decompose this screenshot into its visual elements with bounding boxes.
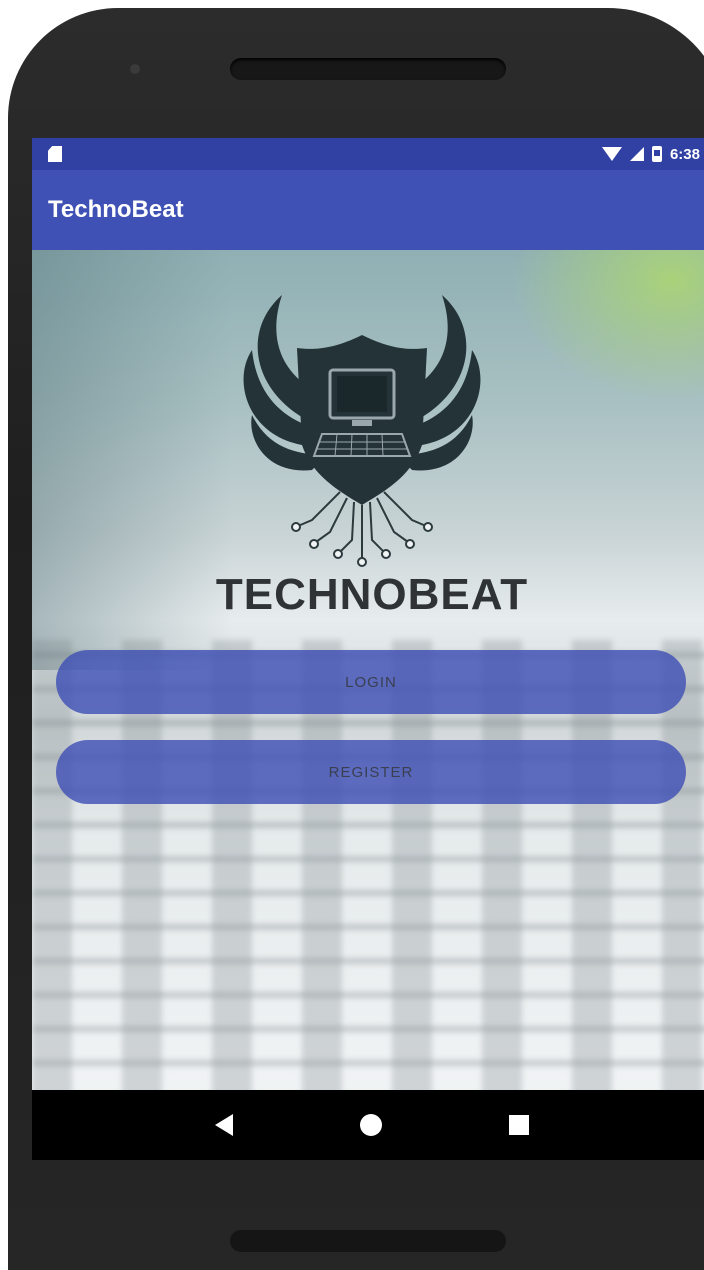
phone-frame: 6:38 TechnoBeat TECHNOBEAT LOGIN REGISTE… xyxy=(8,8,704,1270)
status-indicators: 6:38 xyxy=(601,138,700,170)
app-title: TechnoBeat xyxy=(48,196,184,223)
brand-name: TECHNOBEAT xyxy=(215,570,529,619)
welcome-content: TECHNOBEAT LOGIN REGISTER xyxy=(32,250,704,1090)
navigation-bar xyxy=(32,1090,704,1160)
status-time: 6:38 xyxy=(669,145,700,163)
register-button[interactable]: REGISTER xyxy=(56,740,686,804)
status-bar: 6:38 xyxy=(32,138,704,170)
wifi-icon xyxy=(601,147,622,161)
sd-card-icon xyxy=(48,146,62,162)
signal-icon xyxy=(629,147,644,161)
earpiece-speaker xyxy=(230,58,506,80)
winged-shield-computer-logo xyxy=(243,295,481,567)
recents-icon[interactable] xyxy=(508,1115,529,1135)
battery-icon xyxy=(651,146,662,162)
app-bar: TechnoBeat xyxy=(32,170,704,250)
front-camera xyxy=(130,64,140,74)
bottom-speaker xyxy=(230,1230,506,1252)
phone-screen: 6:38 TechnoBeat TECHNOBEAT LOGIN REGISTE… xyxy=(32,138,704,1160)
login-button[interactable]: LOGIN xyxy=(56,650,686,714)
home-icon[interactable] xyxy=(359,1114,382,1136)
back-icon[interactable] xyxy=(215,1114,234,1136)
